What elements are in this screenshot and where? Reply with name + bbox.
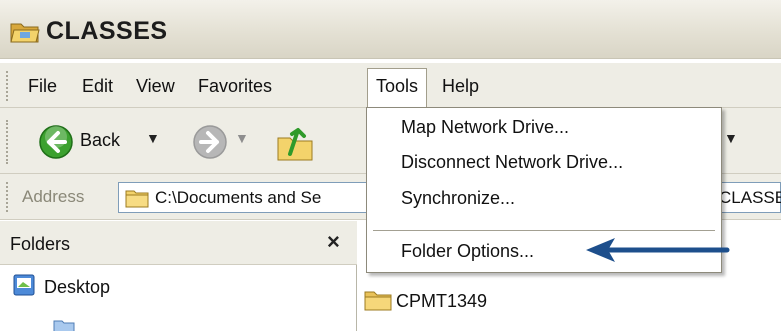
back-arrow-icon[interactable] <box>38 124 74 160</box>
menu-item-map-network-drive[interactable]: Map Network Drive... <box>401 117 569 138</box>
tree-item-desktop[interactable]: Desktop <box>44 277 110 298</box>
folders-pane: Folders × Desktop <box>0 221 357 331</box>
menu-item-folder-options[interactable]: Folder Options... <box>401 241 534 262</box>
back-button-label[interactable]: Back <box>80 130 120 151</box>
menu-item-disconnect-network-drive[interactable]: Disconnect Network Drive... <box>401 152 623 173</box>
views-dropdown[interactable]: ▼ <box>724 130 738 146</box>
menu-bar-grip[interactable] <box>6 71 10 101</box>
toolbar-grip[interactable] <box>6 120 10 164</box>
title-bar: CLASSES <box>0 0 781 59</box>
window-title: CLASSES <box>46 17 168 45</box>
address-label: Address <box>22 187 85 206</box>
arrow-left-icon <box>586 238 730 262</box>
back-history-dropdown[interactable]: ▼ <box>146 130 160 146</box>
menu-favorites[interactable]: Favorites <box>190 69 280 103</box>
address-value-end: CLASSE <box>719 188 781 207</box>
forward-history-dropdown[interactable]: ▼ <box>235 130 249 146</box>
folder-icon <box>125 190 149 208</box>
folder-open-icon <box>10 23 40 43</box>
address-value: C:\Documents and Se <box>155 188 322 207</box>
menu-edit[interactable]: Edit <box>74 69 121 103</box>
menu-help[interactable]: Help <box>434 69 487 103</box>
forward-arrow-icon[interactable] <box>192 124 228 160</box>
menu-separator <box>373 230 715 231</box>
folders-header: Folders × <box>0 221 357 265</box>
folder-item-label[interactable]: CPMT1349 <box>396 291 487 312</box>
close-icon[interactable]: × <box>327 229 340 255</box>
folder-icon[interactable] <box>364 289 392 311</box>
address-bar-grip[interactable] <box>6 182 10 212</box>
menu-tools[interactable]: Tools <box>367 68 428 108</box>
folders-title: Folders <box>10 234 71 254</box>
folder-icon <box>53 320 75 331</box>
menu-item-synchronize[interactable]: Synchronize... <box>401 188 515 209</box>
menu-view[interactable]: View <box>128 69 183 103</box>
up-folder-icon[interactable] <box>276 124 314 162</box>
menu-file[interactable]: File <box>20 69 65 103</box>
menu-bar: File Edit View Favorites Tools Help <box>0 63 781 108</box>
desktop-icon[interactable] <box>12 273 36 297</box>
